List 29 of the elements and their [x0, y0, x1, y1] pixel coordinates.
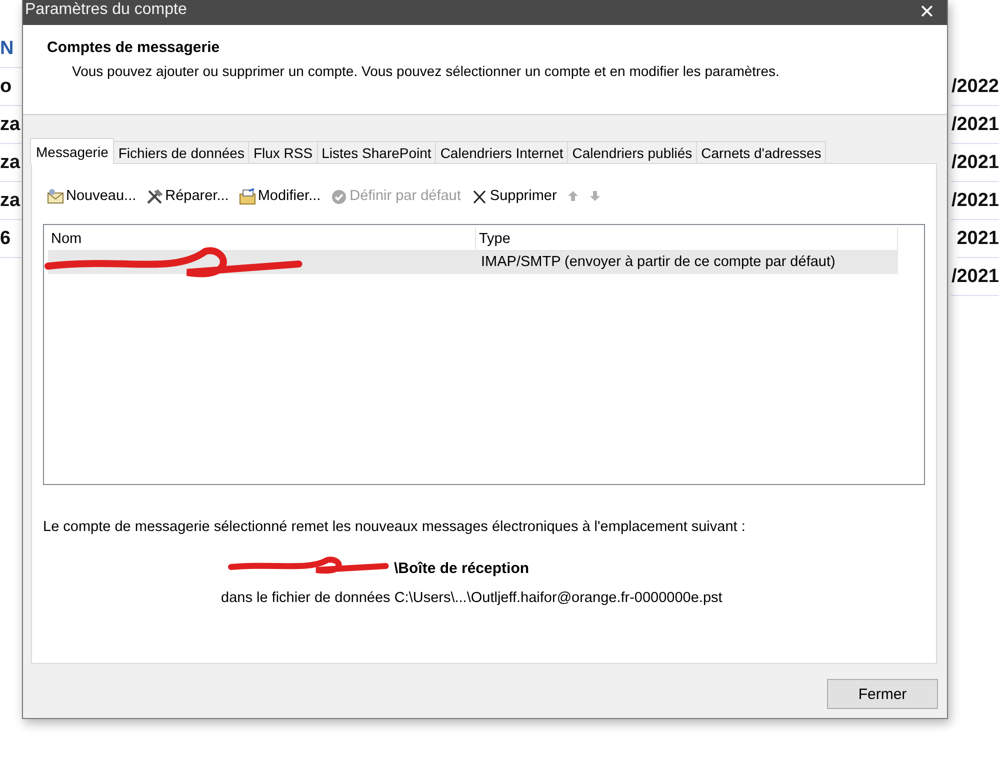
- folder-icon: [238, 188, 256, 204]
- tab[interactable]: Calendriers publiés: [567, 141, 698, 163]
- section-description: Vous pouvez ajouter ou supprimer un compte. Vous pouvez sélectionner un compte et en modifier les paramètres.: [72, 63, 780, 79]
- folder-path: \Boîte de réception: [394, 560, 530, 577]
- data-file-path: dans le fichier de données C:\Users\...\Outljeff.haifor@orange.fr-0000000e.pst: [221, 590, 724, 606]
- tab[interactable]: Messagerie: [30, 138, 114, 164]
- toolbar-button[interactable]: Nouveau...: [47, 188, 136, 204]
- tools-icon: [146, 188, 164, 204]
- close-button[interactable]: Fermer: [827, 679, 938, 709]
- background-cell: /2021: [951, 106, 999, 144]
- envelope-icon: [47, 188, 64, 204]
- window-title: Paramètres du compte: [24, 1, 187, 19]
- background-cell: /2021: [951, 258, 999, 296]
- table-cell-text: IMAP/SMTP (envoyer à partir de ce compte par défaut): [480, 253, 836, 272]
- close-button[interactable]: ✕: [907, 1, 947, 23]
- column-header[interactable]: Type: [476, 227, 898, 250]
- background-cell: /2021: [951, 182, 999, 220]
- close-icon: [470, 188, 488, 204]
- column-header[interactable]: Nom: [48, 227, 476, 250]
- tab[interactable]: Carnets d'adresses: [696, 141, 826, 163]
- background-cell: /2022: [951, 68, 999, 106]
- delivery-description: Le compte de messagerie sélectionné remet les nouveaux messages électroniques à l'emplacement suivant :: [43, 519, 746, 535]
- toolbar-button[interactable]: Modifier...: [238, 188, 321, 204]
- toolbar-button[interactable]: Réparer...: [146, 188, 229, 204]
- background-cell: /2021: [951, 144, 999, 182]
- background-cell: 2021: [956, 220, 999, 258]
- check-circle-icon: [330, 188, 348, 204]
- section-title: Comptes de messagerie: [47, 39, 221, 56]
- toolbar-button[interactable]: Supprimer: [470, 188, 557, 204]
